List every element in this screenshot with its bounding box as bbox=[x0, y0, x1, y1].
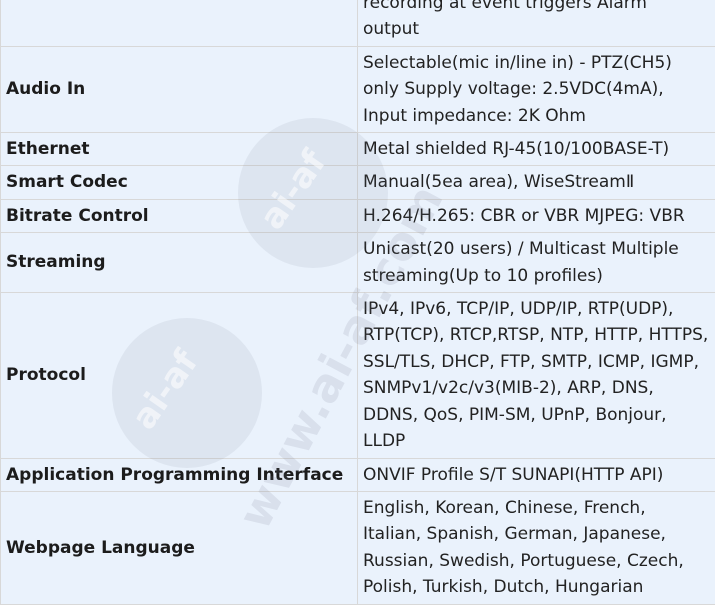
row-value: H.264/H.265: CBR or VBR MJPEG: VBR bbox=[357, 198, 715, 234]
table-row: Bitrate Control H.264/H.265: CBR or VBR … bbox=[0, 198, 715, 234]
table-row: Smart Codec Manual(5ea area), WiseStream… bbox=[0, 165, 715, 200]
table-row: Ethernet Metal shielded RJ-45(10/100BASE… bbox=[0, 132, 715, 167]
row-label: Bitrate Control bbox=[0, 198, 358, 234]
row-value: English, Korean, Chinese, French, Italia… bbox=[357, 490, 715, 605]
row-label: Smart Codec bbox=[0, 165, 358, 200]
spec-table-container: recording at event triggers Alarm output… bbox=[0, 0, 715, 605]
row-label: Protocol bbox=[0, 292, 358, 459]
row-label: Webpage Language bbox=[0, 490, 358, 605]
row-value: recording at event triggers Alarm output bbox=[357, 0, 715, 47]
table-row: Webpage Language English, Korean, Chines… bbox=[0, 490, 715, 605]
row-label: Ethernet bbox=[0, 132, 358, 167]
table-row: Protocol IPv4, IPv6, TCP/IP, UDP/IP, RTP… bbox=[0, 292, 715, 459]
row-label bbox=[0, 0, 358, 47]
row-value: Unicast(20 users) / Multicast Multiple s… bbox=[357, 232, 715, 294]
table-row: recording at event triggers Alarm output bbox=[0, 0, 715, 47]
row-label: Streaming bbox=[0, 232, 358, 294]
row-label: Application Programming Interface bbox=[0, 457, 358, 492]
row-value: ONVIF Profile S/T SUNAPI(HTTP API) bbox=[357, 457, 715, 492]
spec-table-body: recording at event triggers Alarm output… bbox=[0, 0, 715, 605]
row-label: Audio In bbox=[0, 45, 358, 134]
table-row: Audio In Selectable(mic in/line in) - PT… bbox=[0, 45, 715, 134]
row-value: Metal shielded RJ-45(10/100BASE-T) bbox=[357, 132, 715, 167]
row-value: Manual(5ea area), WiseStreamⅡ bbox=[357, 165, 715, 200]
row-value: IPv4, IPv6, TCP/IP, UDP/IP, RTP(UDP), RT… bbox=[357, 292, 715, 459]
row-value: Selectable(mic in/line in) - PTZ(CH5) on… bbox=[357, 45, 715, 134]
spec-table: recording at event triggers Alarm output… bbox=[0, 0, 715, 605]
table-row: Application Programming Interface ONVIF … bbox=[0, 457, 715, 492]
table-row: Streaming Unicast(20 users) / Multicast … bbox=[0, 232, 715, 294]
